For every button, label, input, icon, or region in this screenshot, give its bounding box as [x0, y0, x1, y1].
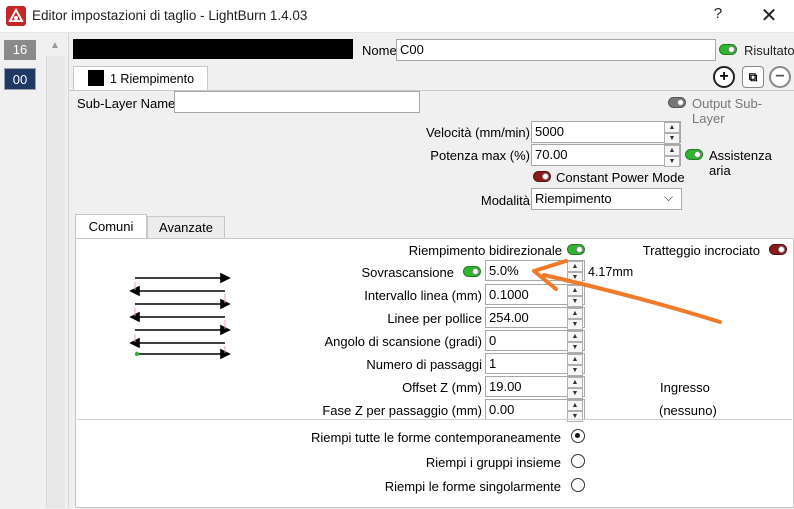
result-label: Risultato — [744, 43, 794, 58]
line-interval-label: Intervallo linea (mm) — [364, 288, 482, 303]
sublayer-name-input[interactable] — [174, 91, 420, 113]
chevron-down-icon[interactable]: ⌵ — [664, 190, 673, 205]
z-step-spinner[interactable]: ▲ ▼ — [567, 400, 583, 422]
output-sublayer-label: Output Sub-Layer — [692, 96, 763, 126]
fill-all-label: Riempi tutte le forme contemporaneamente — [310, 430, 561, 445]
sublayer-tab-label: 1 Riempimento — [110, 72, 195, 86]
scroll-up-icon[interactable]: ▲ — [48, 40, 62, 52]
mode-label: Modalità — [480, 193, 530, 208]
speed-label: Velocità (mm/min) — [425, 125, 530, 140]
name-input[interactable]: C00 — [396, 39, 716, 61]
add-sublayer-button[interactable]: + — [713, 66, 735, 88]
speed-spinner[interactable]: ▲ ▼ — [664, 122, 680, 144]
speed-input[interactable]: 5000 — [531, 121, 681, 143]
annotation-arrow-icon — [532, 259, 722, 324]
max-power-label: Potenza max (%) — [430, 148, 530, 163]
lead-in-value[interactable]: (nessuno) — [659, 403, 717, 418]
lines-per-inch-label: Linee per pollice — [387, 311, 482, 326]
fill-single-label: Riempi le forme singolarmente — [384, 479, 561, 494]
z-step-label: Fase Z per passaggio (mm) — [322, 403, 482, 418]
overscan-label: Sovrascansione — [361, 265, 455, 280]
divider — [77, 419, 792, 420]
constant-power-toggle[interactable] — [533, 171, 551, 182]
max-power-spinner[interactable]: ▲ ▼ — [664, 145, 680, 167]
fill-groups-label: Riempi i gruppi insieme — [425, 455, 561, 470]
scan-angle-label: Angolo di scansione (gradi) — [324, 334, 482, 349]
max-power-input[interactable]: 70.00 — [531, 144, 681, 166]
fill-single-radio[interactable] — [571, 478, 585, 492]
help-button[interactable]: ? — [708, 5, 728, 27]
sublayer-name-label: Sub-Layer Name — [77, 96, 176, 111]
z-offset-label: Offset Z (mm) — [402, 380, 482, 395]
overscan-toggle[interactable] — [463, 266, 481, 277]
pass-count-label: Numero di passaggi — [366, 357, 482, 372]
sublayer-color-swatch — [88, 70, 104, 86]
tab-avanzate[interactable]: Avanzate — [147, 216, 225, 239]
air-assist-label: Assistenza aria — [709, 148, 772, 178]
remove-sublayer-button[interactable]: − — [769, 66, 791, 88]
tab-comuni[interactable]: Comuni — [75, 214, 147, 239]
close-icon[interactable]: ✕ — [756, 3, 782, 29]
result-toggle[interactable] — [719, 44, 737, 55]
copy-sublayer-button[interactable]: ⧉ — [742, 66, 764, 88]
name-label: Nome — [362, 43, 397, 58]
constant-power-label: Constant Power Mode — [556, 170, 685, 185]
crosshatch-toggle[interactable] — [769, 244, 787, 255]
window-title: Editor impostazioni di taglio - LightBur… — [32, 8, 308, 23]
output-sublayer-toggle[interactable] — [668, 97, 686, 108]
lightburn-app-icon — [6, 6, 26, 26]
fill-pattern-diagram — [129, 272, 231, 360]
z-offset-spinner[interactable]: ▲ ▼ — [567, 377, 583, 399]
bidirectional-fill-toggle[interactable] — [567, 244, 585, 255]
pass-count-spinner[interactable]: ▲ ▼ — [567, 354, 583, 376]
layer-item-00[interactable]: 00 — [4, 68, 36, 90]
fill-all-radio[interactable] — [571, 429, 585, 443]
air-assist-toggle[interactable] — [685, 149, 703, 160]
mode-select[interactable]: Riempimento — [531, 188, 682, 210]
fill-groups-radio[interactable] — [571, 454, 585, 468]
layer-item-16[interactable]: 16 — [4, 40, 36, 60]
lead-in-label: Ingresso — [660, 380, 710, 395]
layer-color-bar — [73, 39, 353, 59]
vertical-scrollbar[interactable] — [46, 56, 65, 508]
